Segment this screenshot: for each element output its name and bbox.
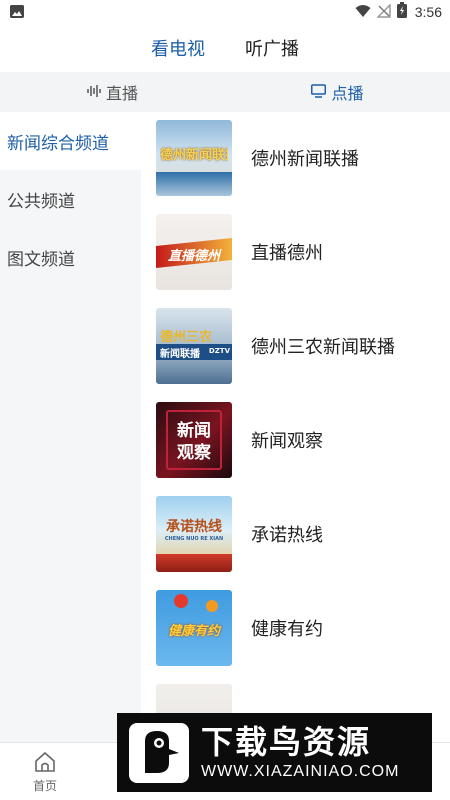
- no-signal-icon: [375, 2, 391, 22]
- sidebar-item-news-channel[interactable]: 新闻综合频道: [0, 112, 141, 170]
- thumbnail-caption: 健康有约: [167, 624, 220, 639]
- program-item[interactable]: 健康有约 健康有约: [156, 590, 323, 666]
- bird-logo-icon: [129, 722, 189, 783]
- home-icon: [33, 750, 57, 774]
- media-type-tabs: 看电视 听广播: [0, 24, 450, 72]
- thumbnail-caption: 德州新闻联播: [160, 148, 228, 163]
- nav-home-label: 首页: [32, 778, 57, 793]
- nav-home[interactable]: 首页: [0, 743, 90, 800]
- program-title: 新闻观察: [251, 431, 323, 452]
- channel-sidebar: 新闻综合频道 公共频道 图文频道: [0, 112, 141, 742]
- clock-time: 3:56: [414, 4, 442, 20]
- program-thumbnail: 德州三农 新闻联播 DZTV: [156, 308, 232, 384]
- status-bar: 3:56: [0, 0, 450, 24]
- tab-listen-radio[interactable]: 听广播: [245, 35, 299, 61]
- program-thumbnail: 直播德州: [156, 214, 232, 290]
- tab-on-demand[interactable]: 点播: [225, 72, 450, 112]
- program-thumbnail: 新闻 观察: [156, 402, 232, 478]
- playback-mode-tabs: 直播 点播: [0, 72, 450, 112]
- tab-on-demand-label: 点播: [331, 84, 364, 103]
- program-list: 德州新闻联播 德州新闻联播 直播德州 直播德州 德州三农 新闻联播 DZTV 德…: [141, 112, 450, 742]
- program-title: 德州新闻联播: [251, 149, 359, 170]
- thumbnail-caption: 德州三农: [160, 330, 213, 345]
- thumbnail-badge: DZTV: [208, 347, 230, 355]
- tab-live[interactable]: 直播: [0, 72, 225, 112]
- thumbnail-caption: 直播德州: [167, 249, 220, 264]
- program-title: 承诺热线: [251, 525, 323, 546]
- thumbnail-caption: 承诺热线: [166, 519, 222, 535]
- program-thumbnail: 承诺热线 CHENG NUO RE XIAN: [156, 496, 232, 572]
- program-item[interactable]: 德州三农 新闻联播 DZTV 德州三农新闻联播: [156, 308, 395, 384]
- program-thumbnail: 德州新闻联播: [156, 120, 232, 196]
- program-title: 健康有约: [251, 619, 323, 640]
- program-title: 直播德州: [251, 243, 323, 264]
- sidebar-item-graphic-channel[interactable]: 图文频道: [0, 228, 141, 286]
- thumbnail-subcaption: CHENG NUO RE XIAN: [164, 536, 224, 542]
- battery-icon: [396, 2, 407, 22]
- tab-watch-tv[interactable]: 看电视: [151, 35, 205, 61]
- waveform-icon: [87, 83, 101, 102]
- program-item[interactable]: 德州新闻联播 德州新闻联播: [156, 120, 359, 196]
- program-thumbnail: 健康有约: [156, 590, 232, 666]
- program-item[interactable]: 新闻 观察 新闻观察: [156, 402, 323, 478]
- program-item[interactable]: 承诺热线 CHENG NUO RE XIAN 承诺热线: [156, 496, 323, 572]
- tv-icon: [311, 83, 327, 102]
- watermark-banner: 下载鸟资源 WWW.XIAZAINIAO.COM: [117, 713, 432, 792]
- wifi-icon: [355, 3, 371, 22]
- program-item[interactable]: 直播德州 直播德州: [156, 214, 323, 290]
- gallery-icon: [10, 5, 24, 18]
- watermark-title: 下载鸟资源: [201, 722, 372, 761]
- watermark-url: WWW.XIAZAINIAO.COM: [201, 762, 400, 780]
- tab-live-label: 直播: [105, 84, 138, 103]
- thumbnail-subcaption: 观察: [177, 443, 211, 463]
- sidebar-item-public-channel[interactable]: 公共频道: [0, 170, 141, 228]
- program-title: 德州三农新闻联播: [251, 337, 395, 358]
